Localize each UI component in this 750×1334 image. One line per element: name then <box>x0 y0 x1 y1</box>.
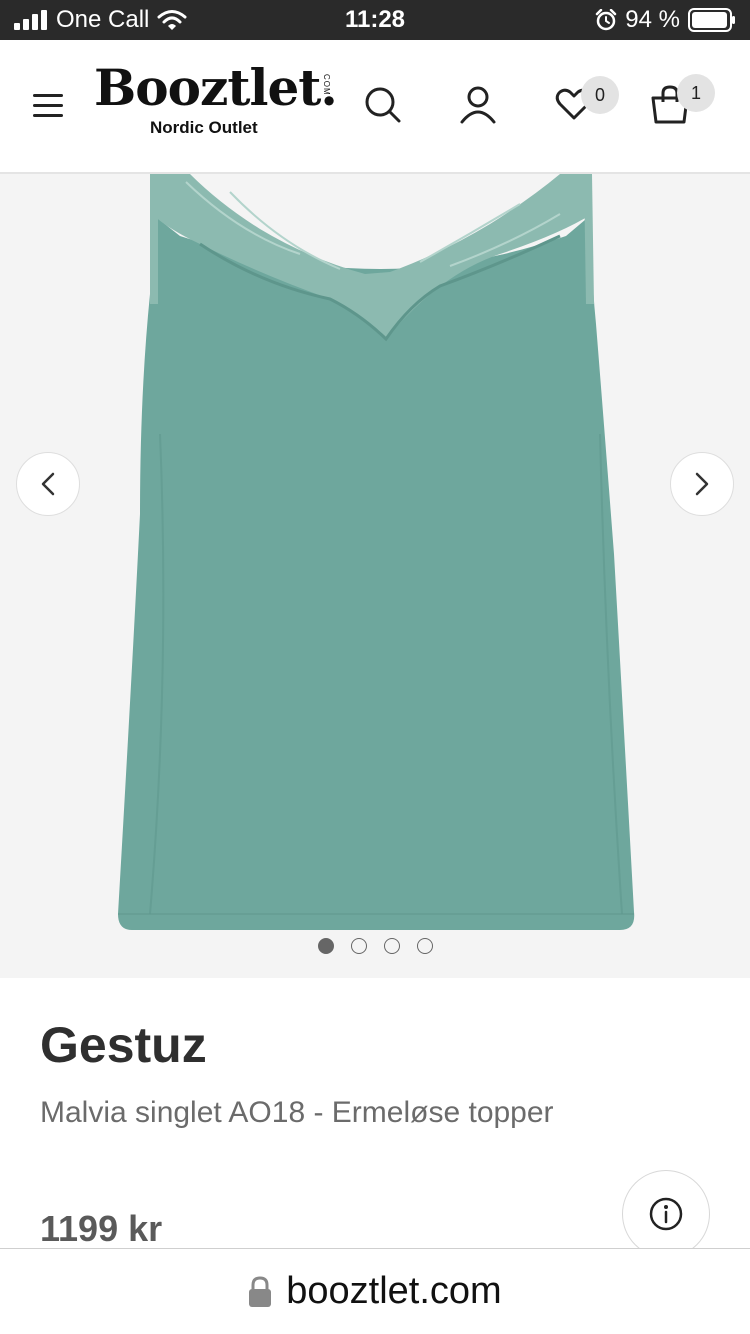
product-image <box>118 174 635 930</box>
wishlist-count-badge: 0 <box>581 76 619 114</box>
info-button[interactable] <box>622 1170 710 1258</box>
next-image-button[interactable] <box>670 452 734 516</box>
carousel-dot-2[interactable] <box>350 938 367 954</box>
search-icon <box>365 87 401 123</box>
product-brand[interactable]: Gestuz <box>40 1016 207 1074</box>
logo-com: COM <box>322 74 331 96</box>
search-button[interactable] <box>360 82 404 126</box>
url-text: booztlet.com <box>286 1270 502 1312</box>
battery-icon <box>688 8 735 32</box>
carousel-dot-4[interactable] <box>416 938 433 954</box>
logo-wordmark: Booztlet. <box>94 58 338 117</box>
cart-count-badge: 1 <box>677 74 715 112</box>
browser-url-bar[interactable]: booztlet.com <box>0 1248 750 1334</box>
lock-icon <box>249 1275 272 1307</box>
alarm-icon <box>596 9 617 31</box>
account-icon <box>460 86 496 124</box>
carousel-dots <box>0 938 750 954</box>
prev-image-button[interactable] <box>16 452 80 516</box>
chevron-right-icon <box>695 472 709 496</box>
product-gallery[interactable] <box>0 174 750 978</box>
account-button[interactable] <box>456 82 500 126</box>
logo-subtitle: Nordic Outlet <box>150 118 258 137</box>
site-header: Booztlet. COM Nordic Outlet 0 1 <box>0 40 750 174</box>
status-right: 94 % <box>595 6 736 34</box>
status-bar: One Call 11:28 94 % <box>0 0 750 40</box>
menu-icon[interactable] <box>33 92 65 118</box>
chevron-left-icon <box>41 472 55 496</box>
product-price: 1199 kr <box>40 1208 163 1249</box>
site-logo[interactable]: Booztlet. COM Nordic Outlet <box>94 58 338 140</box>
info-icon <box>649 1197 683 1231</box>
battery-percent: 94 % <box>625 6 680 33</box>
carousel-dot-3[interactable] <box>383 938 400 954</box>
carousel-dot-1[interactable] <box>317 938 334 954</box>
product-title: Malvia singlet AO18 - Ermeløse topper <box>40 1096 554 1129</box>
